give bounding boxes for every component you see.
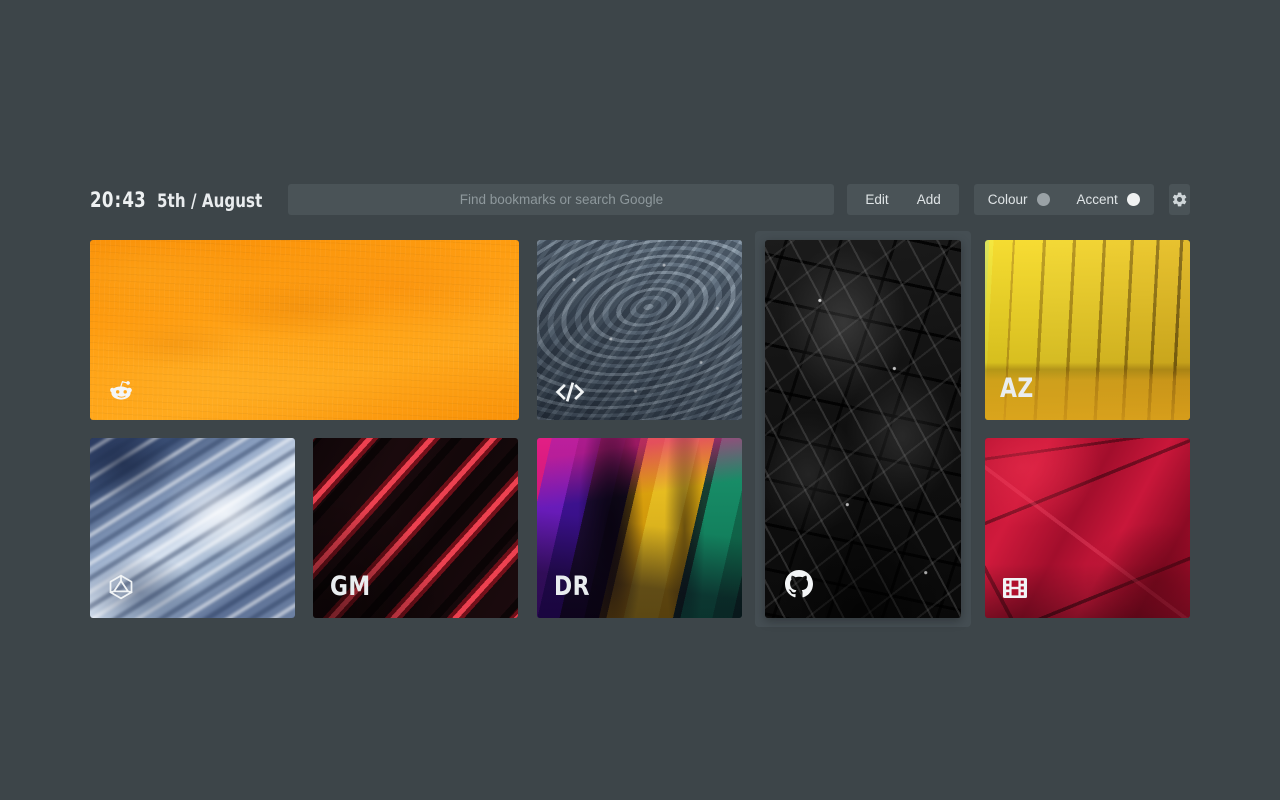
tile-gm[interactable]: GM — [313, 438, 518, 618]
dashboard-page: 20:43 5th / August Edit Add Colour Accen… — [0, 0, 1280, 800]
colour-picker[interactable]: Colour — [988, 192, 1050, 207]
tile-background-orange-paper — [90, 240, 519, 420]
tile-code[interactable] — [537, 240, 742, 420]
edit-add-group: Edit Add — [847, 184, 959, 215]
accent-swatch[interactable] — [1126, 193, 1140, 206]
clock-separator: : — [114, 187, 122, 212]
edit-button[interactable]: Edit — [851, 184, 902, 215]
colour-label: Colour — [987, 192, 1028, 207]
clock-date: 5th / August — [156, 189, 263, 212]
header-bar: 20:43 5th / August Edit Add Colour Accen… — [90, 183, 1190, 216]
tile-reddit[interactable] — [90, 240, 519, 420]
search-container — [288, 184, 835, 215]
accent-label: Accent — [1076, 192, 1118, 207]
tile-background-blue-marble — [537, 240, 742, 420]
tile-dnd[interactable] — [90, 438, 295, 618]
search-input[interactable] — [288, 184, 835, 215]
tile-background-yellow-slats — [985, 240, 1190, 420]
add-button[interactable]: Add — [903, 184, 955, 215]
tile-background-cloud-water — [90, 438, 295, 618]
tile-background-dark-rock — [765, 240, 961, 618]
gear-icon — [1171, 191, 1188, 208]
colour-swatch[interactable] — [1036, 193, 1050, 206]
clock-hours: 20 — [90, 187, 114, 212]
tile-dr[interactable]: DR — [537, 438, 742, 618]
colour-accent-group: Colour Accent — [973, 184, 1154, 215]
clock-time: 20:43 — [90, 188, 146, 212]
tile-github[interactable] — [765, 240, 961, 618]
tile-background-red-waves — [313, 438, 518, 618]
tile-movies[interactable] — [985, 438, 1190, 618]
settings-button[interactable] — [1168, 184, 1190, 215]
tile-background-colour-cones — [537, 438, 742, 618]
tile-az[interactable]: AZ — [985, 240, 1190, 420]
clock-minutes: 43 — [122, 187, 147, 212]
tile-background-red-polygon — [985, 438, 1190, 618]
accent-picker[interactable]: Accent — [1077, 192, 1140, 207]
clock: 20:43 5th / August — [90, 188, 276, 212]
